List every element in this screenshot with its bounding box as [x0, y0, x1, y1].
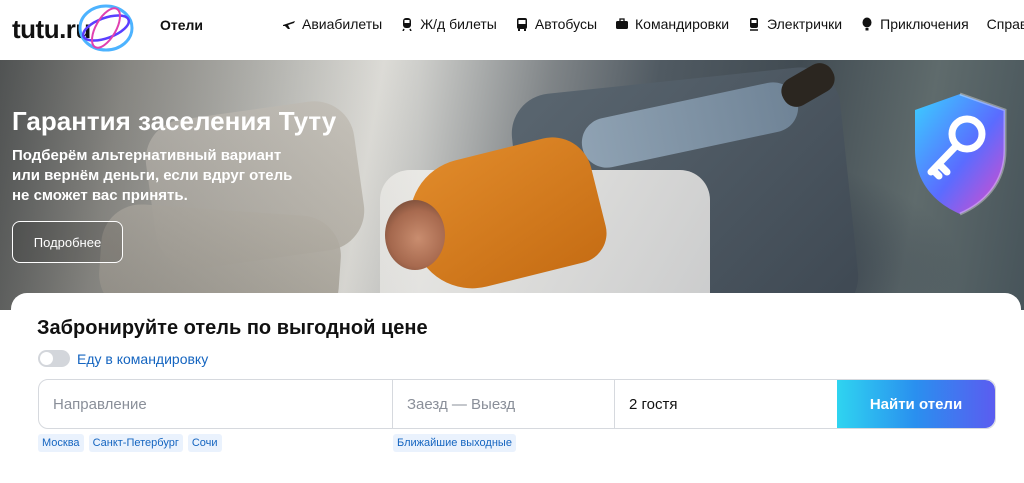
briefcase-icon: [616, 18, 628, 29]
business-trip-toggle[interactable]: [38, 350, 70, 367]
hero-subtitle-line: не сможет вас принять.: [12, 187, 188, 204]
hero-subtitle-line: Подберём альтернативный вариант: [12, 147, 282, 164]
guests-select[interactable]: 2 гостя: [615, 380, 837, 428]
date-suggestions: Ближайшие выходные: [393, 434, 516, 452]
main-nav: Авиабилеты Ж/д билеты Автобусы Командиро…: [282, 16, 1024, 32]
hero-banner: Гарантия заселения Туту Подберём альтерн…: [0, 60, 1024, 310]
tutu-logo[interactable]: tutu.ru: [12, 4, 152, 54]
nav-item-label: Ж/д билеты: [420, 16, 497, 32]
logo-globe-icon: [78, 4, 134, 52]
nav-item-label: Авиабилеты: [302, 16, 383, 32]
dates-input[interactable]: Заезд — Выезд: [393, 380, 615, 428]
nav-item-suburban[interactable]: Электрички: [747, 16, 842, 32]
plane-icon: [283, 21, 295, 29]
nav-item-adventures[interactable]: Приключения: [860, 16, 969, 32]
search-form: Направление Заезд — Выезд 2 гостя Найти …: [38, 379, 996, 429]
nav-item-bus[interactable]: Автобусы: [515, 16, 597, 32]
shield-key-icon: [915, 92, 1007, 216]
city-chip[interactable]: Санкт-Петербург: [88, 434, 183, 452]
city-chip[interactable]: Сочи: [187, 434, 222, 452]
section-title[interactable]: Отели: [160, 17, 203, 33]
toggle-knob: [40, 352, 53, 365]
hotel-search-card: Забронируйте отель по выгодной цене Еду …: [11, 293, 1021, 483]
hero-subtitle-line: или вернём деньги, если вдруг отель: [12, 167, 293, 184]
destination-input[interactable]: Направление: [39, 380, 393, 428]
find-hotels-button[interactable]: Найти отели: [837, 380, 995, 428]
hero-subtitle: Подберём альтернативный вариант или верн…: [12, 146, 332, 206]
top-header: tutu.ru Отели Авиабилеты Ж/д билеты Авто…: [0, 0, 1024, 60]
nav-item-label: Справочная: [986, 16, 1024, 32]
date-chip[interactable]: Ближайшие выходные: [393, 434, 516, 452]
nav-item-label: Командировки: [635, 16, 730, 32]
nav-item-avia[interactable]: Авиабилеты: [282, 16, 382, 32]
nav-item-label: Приключения: [880, 16, 969, 32]
train-icon: [402, 18, 412, 31]
bus-icon: [516, 18, 527, 31]
more-info-button[interactable]: Подробнее: [12, 221, 123, 263]
city-suggestions: Москва Санкт-Петербург Сочи: [38, 434, 222, 452]
city-chip[interactable]: Москва: [38, 434, 84, 452]
search-title: Забронируйте отель по выгодной цене: [37, 317, 428, 339]
business-trip-label[interactable]: Еду в командировку: [77, 351, 208, 367]
nav-item-business[interactable]: Командировки: [615, 16, 729, 32]
suburban-train-icon: [750, 18, 759, 31]
hero-title: Гарантия заселения Туту: [12, 106, 337, 136]
nav-item-label: Автобусы: [534, 16, 597, 32]
nav-item-help[interactable]: Справочная: [987, 16, 1024, 32]
balloon-icon: [862, 17, 872, 31]
nav-item-label: Электрички: [767, 16, 843, 32]
nav-item-train[interactable]: Ж/д билеты: [400, 16, 497, 32]
